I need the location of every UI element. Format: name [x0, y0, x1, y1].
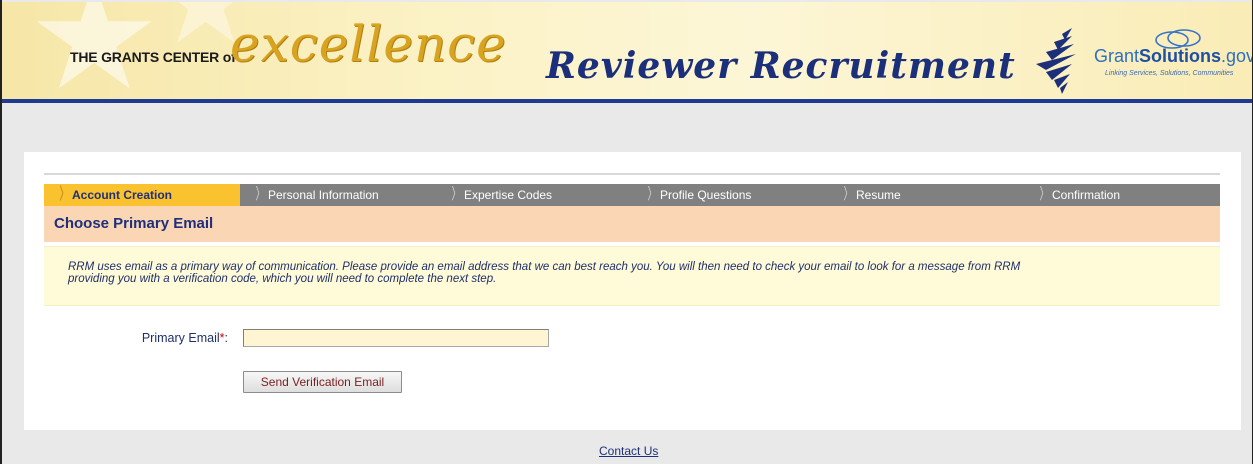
- primary-email-input[interactable]: [243, 329, 549, 347]
- send-verification-email-button[interactable]: Send Verification Email: [243, 371, 402, 393]
- site-banner: ★ ★ THE GRANTS CENTER of excellence Revi…: [2, 2, 1252, 103]
- step-label: Confirmation: [1052, 188, 1121, 202]
- primary-email-label: Primary Email*:: [100, 331, 228, 345]
- step-expertise-codes[interactable]: 〉 Expertise Codes: [436, 184, 632, 206]
- divider: [44, 173, 1220, 175]
- chevron-right-icon: 〉: [59, 186, 69, 203]
- grantsolutions-tagline: Linking Services, Solutions, Communities: [1105, 70, 1234, 77]
- step-confirmation[interactable]: 〉 Confirmation: [1024, 184, 1220, 206]
- brand-excellence: excellence: [230, 15, 507, 73]
- notice-line: providing you with a verification code, …: [68, 273, 497, 285]
- chevron-right-icon: 〉: [843, 186, 853, 203]
- chevron-right-icon: 〉: [451, 186, 461, 203]
- step-personal-information[interactable]: 〉 Personal Information: [240, 184, 436, 206]
- instructions-notice: RRM uses email as a primary way of commu…: [44, 246, 1220, 306]
- notice-line: RRM uses email as a primary way of commu…: [68, 261, 1021, 273]
- chevron-right-icon: 〉: [1039, 186, 1049, 203]
- step-resume[interactable]: 〉 Resume: [828, 184, 1024, 206]
- step-label: Expertise Codes: [464, 188, 553, 202]
- wordmark-part: Grant: [1094, 46, 1140, 66]
- grantsolutions-wordmark: GrantSolutions.gov: [1094, 46, 1252, 67]
- section-title: Choose Primary Email: [44, 206, 1220, 242]
- step-account-creation[interactable]: 〉 Account Creation: [44, 184, 240, 206]
- step-label: Personal Information: [268, 188, 379, 202]
- wordmark-part: Solutions: [1139, 46, 1222, 66]
- step-profile-questions[interactable]: 〉 Profile Questions: [632, 184, 828, 206]
- chevron-right-icon: 〉: [647, 186, 657, 203]
- label-text: Primary Email: [141, 331, 220, 345]
- wordmark-part: .gov: [1221, 46, 1252, 66]
- app-title: Reviewer Recruitment: [546, 45, 1016, 87]
- brand-prefix: THE GRANTS CENTER of: [70, 49, 236, 65]
- chevron-right-icon: 〉: [255, 186, 265, 203]
- wizard-steps: 〉 Account Creation 〉 Personal Information …: [44, 184, 1220, 206]
- step-label: Resume: [856, 188, 901, 202]
- banner-blue-stripe: [2, 99, 1252, 103]
- step-label: Profile Questions: [660, 188, 752, 202]
- contact-us-link[interactable]: Contact Us: [599, 444, 658, 458]
- step-label: Account Creation: [72, 188, 173, 202]
- label-colon: :: [224, 331, 228, 345]
